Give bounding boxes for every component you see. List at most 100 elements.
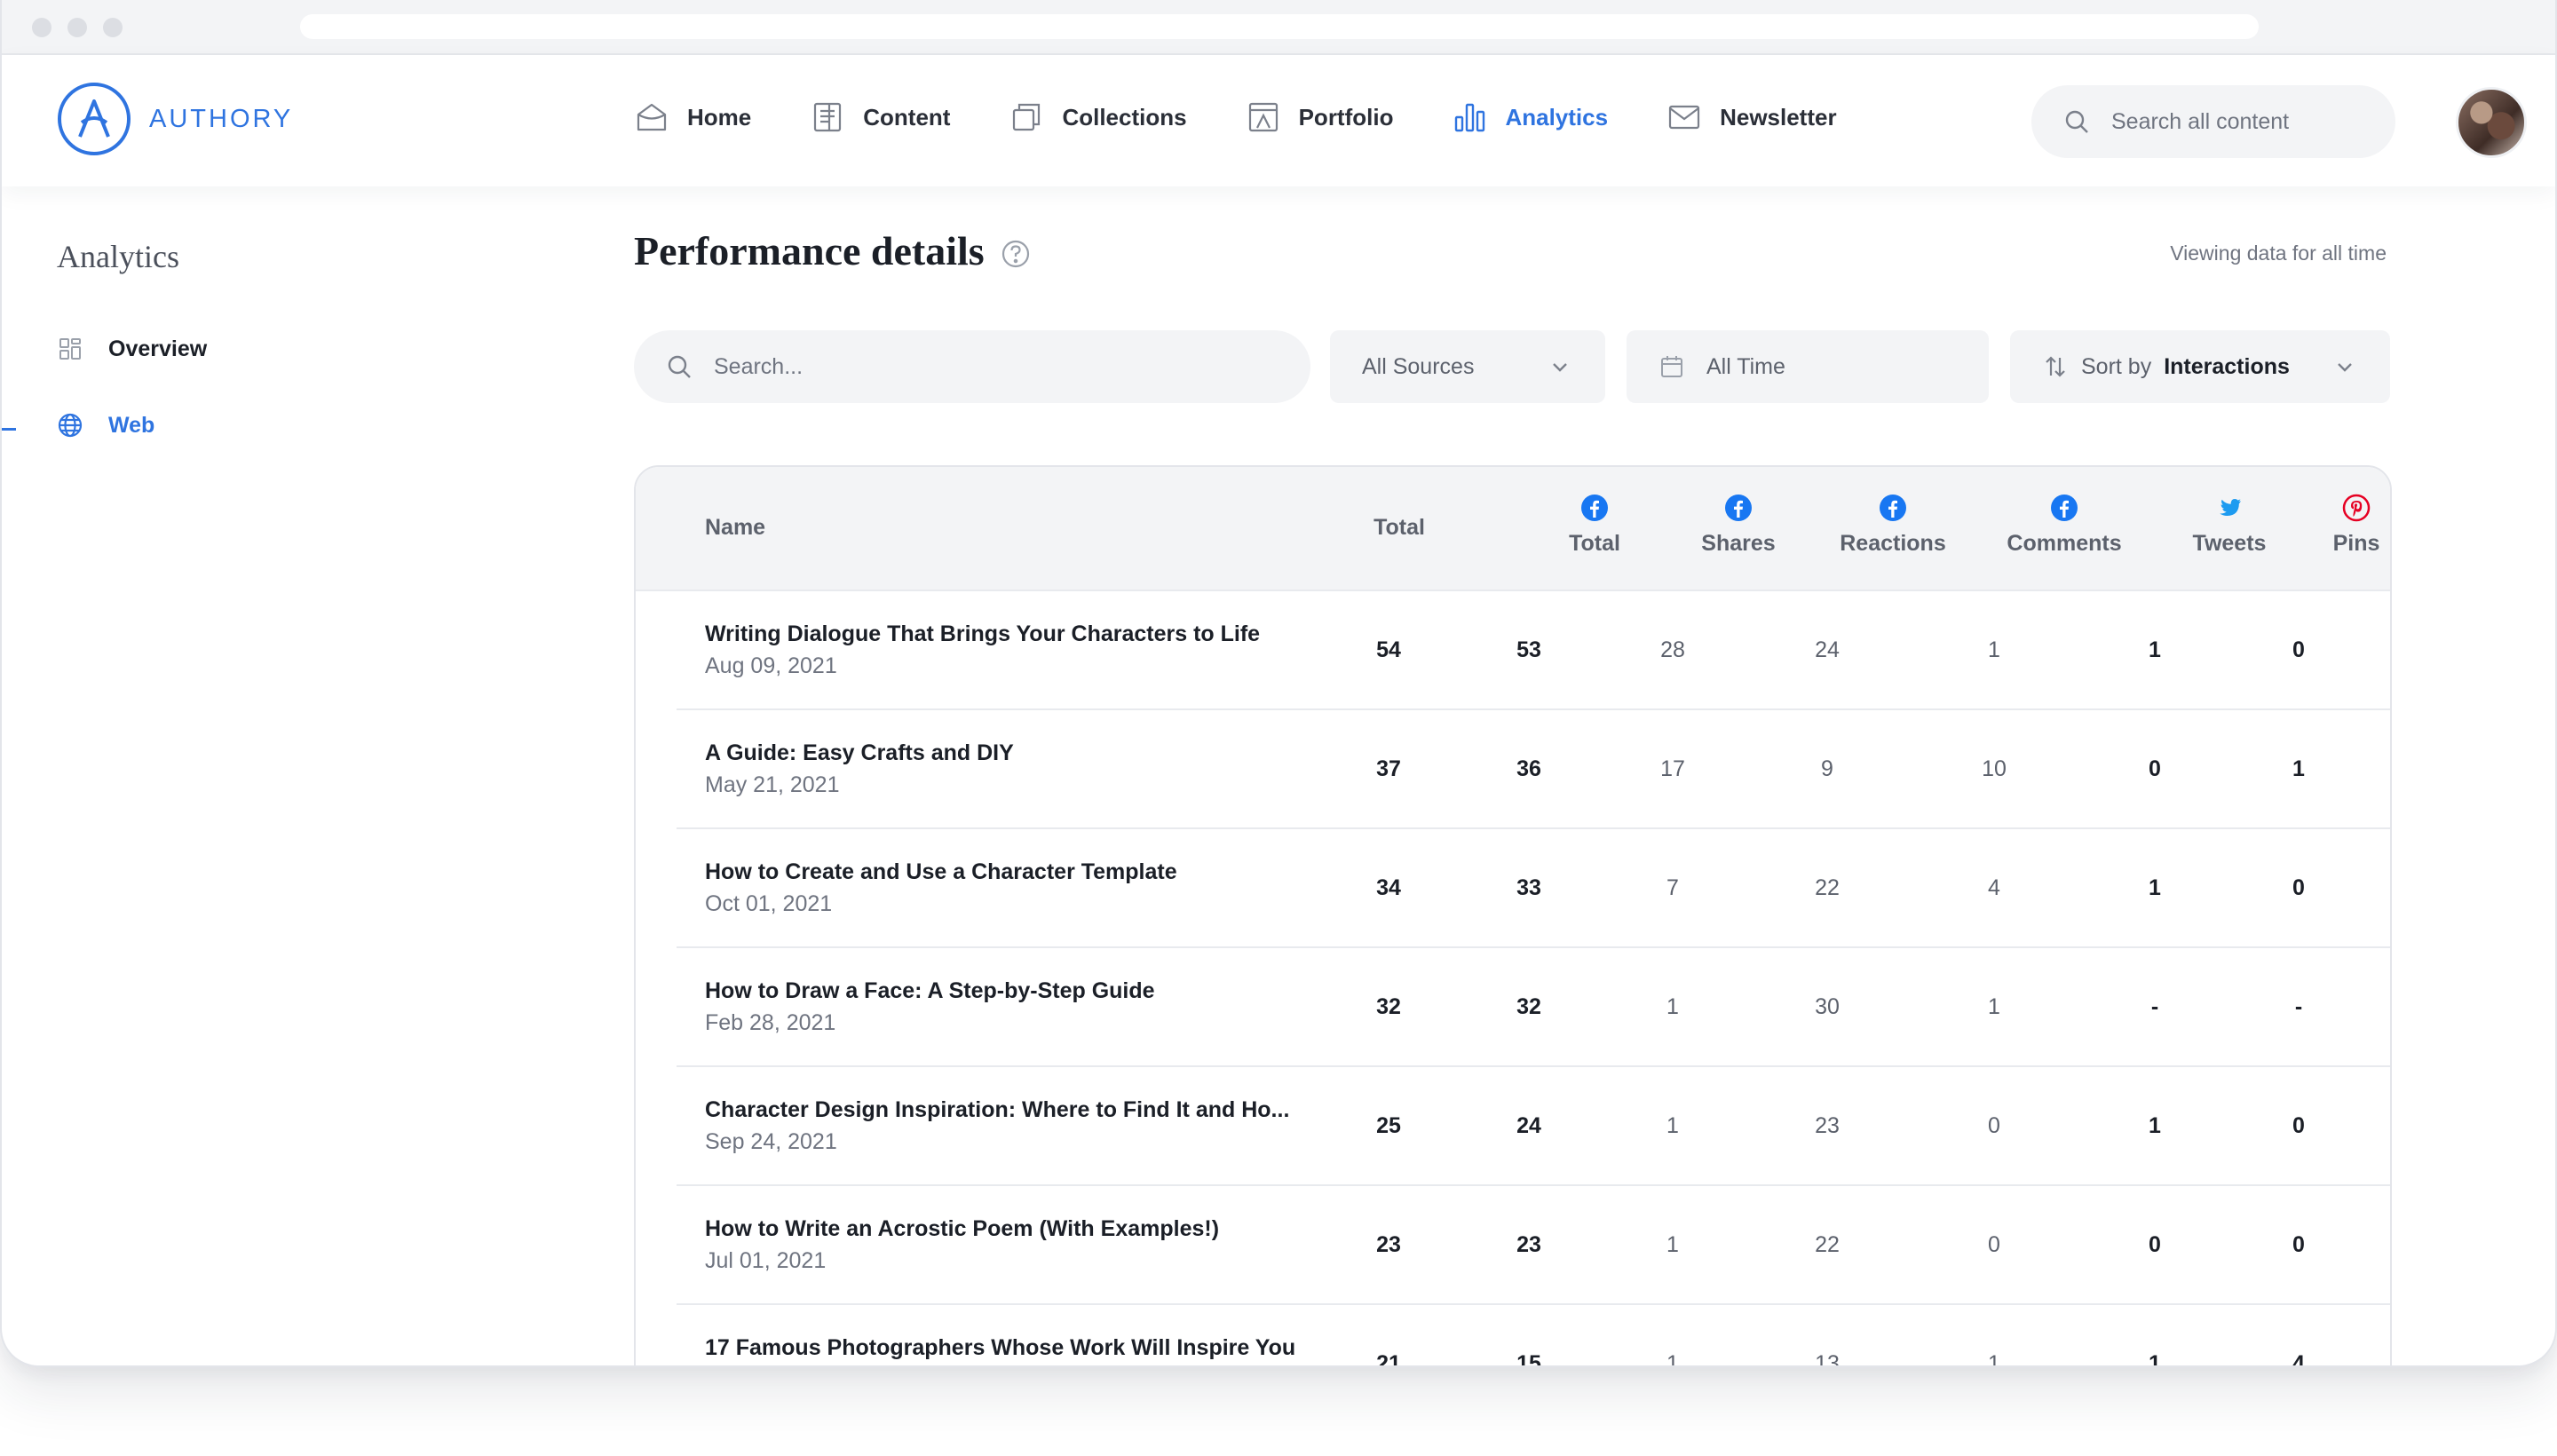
top-navigation: AUTHORY Home Content Collections Portfol…	[2, 55, 2555, 186]
column-header-tweets[interactable]: Tweets	[2176, 494, 2283, 557]
tweets-value: 0	[2149, 1232, 2161, 1257]
sources-dropdown[interactable]: All Sources	[1330, 330, 1605, 403]
facebook-total-value: 32	[1516, 994, 1541, 1019]
nav-item-home[interactable]: Home	[634, 99, 751, 135]
article-title[interactable]: How to Write an Acrostic Poem (With Exam…	[705, 1216, 1219, 1242]
table-row[interactable]: 17 Famous Photographers Whose Work Will …	[677, 1305, 2390, 1367]
comments-value: 0	[1988, 1232, 2000, 1257]
nav-item-analytics[interactable]: Analytics	[1452, 99, 1608, 135]
table-search-input[interactable]	[714, 353, 1247, 380]
analytics-icon	[1455, 103, 1485, 132]
shares-value: 7	[1666, 875, 1679, 900]
article-date: Aug 09, 2021	[705, 653, 837, 678]
article-title[interactable]: Character Design Inspiration: Where to F…	[705, 1097, 1289, 1123]
global-search[interactable]	[2031, 85, 2395, 158]
comments-value: 4	[1988, 875, 2000, 900]
column-header-pins[interactable]: Pins	[2321, 494, 2390, 557]
chevron-down-icon	[1553, 363, 1567, 372]
article-title[interactable]: Writing Dialogue That Brings Your Charac…	[705, 621, 1260, 647]
search-icon	[2065, 110, 2088, 133]
nav-item-newsletter[interactable]: Newsletter	[1666, 99, 1837, 135]
authory-logo[interactable]: AUTHORY	[57, 82, 293, 156]
comments-value: 1	[1988, 1351, 2000, 1367]
nav-label-portfolio: Portfolio	[1298, 103, 1394, 131]
column-header-shares[interactable]: Shares	[1685, 494, 1792, 557]
sort-value: Interactions	[2164, 353, 2290, 379]
facebook-total-value: 23	[1516, 1232, 1541, 1257]
sidebar: Analytics Overview Web	[2, 186, 570, 1365]
search-icon	[668, 355, 691, 378]
article-title[interactable]: A Guide: Easy Crafts and DIY	[705, 740, 1014, 766]
help-icon[interactable]	[1001, 239, 1031, 269]
performance-table: Name Total Total Shares Reactions Commen…	[634, 465, 2392, 1367]
page-title: Performance details	[634, 227, 1031, 274]
twitter-icon	[2220, 499, 2241, 516]
reactions-value: 13	[1815, 1351, 1840, 1367]
tweets-value: 0	[2149, 756, 2161, 781]
nav-label-content: Content	[863, 103, 951, 131]
collections-icon	[1013, 103, 1041, 131]
pins-value: 0	[2292, 1113, 2305, 1138]
total-value: 54	[1376, 637, 1401, 662]
time-range-picker[interactable]: All Time	[1627, 330, 1989, 403]
global-search-input[interactable]	[2111, 108, 2378, 135]
sidebar-label-overview: Overview	[108, 336, 208, 361]
tweets-value: 1	[2149, 875, 2161, 900]
sidebar-item-web[interactable]: Web	[57, 412, 154, 439]
table-row[interactable]: How to Create and Use a Character Templa…	[677, 829, 2390, 948]
total-value: 32	[1376, 994, 1401, 1019]
tweets-value: 1	[2149, 1113, 2161, 1138]
table-row[interactable]: Writing Dialogue That Brings Your Charac…	[677, 591, 2390, 710]
column-header-name[interactable]: Name	[705, 515, 765, 541]
article-title[interactable]: How to Draw a Face: A Step-by-Step Guide	[705, 978, 1155, 1004]
column-header-facebook-total[interactable]: Total	[1541, 494, 1648, 557]
table-row[interactable]: A Guide: Easy Crafts and DIY May 21, 202…	[677, 710, 2390, 829]
nav-label-newsletter: Newsletter	[1720, 103, 1837, 131]
main-nav: Home Content Collections Portfolio Analy…	[634, 99, 1896, 135]
total-value: 37	[1376, 756, 1401, 781]
nav-item-content[interactable]: Content	[810, 99, 950, 135]
shares-value: 1	[1666, 1113, 1679, 1138]
authory-logo-icon	[58, 83, 131, 155]
table-row[interactable]: Character Design Inspiration: Where to F…	[677, 1067, 2390, 1186]
article-title[interactable]: How to Create and Use a Character Templa…	[705, 859, 1177, 885]
column-header-reactions[interactable]: Reactions	[1831, 494, 1955, 557]
facebook-icon	[1725, 495, 1752, 521]
column-label-shares: Shares	[1701, 531, 1776, 556]
column-label-pins: Pins	[2332, 531, 2380, 556]
address-bar[interactable]	[300, 14, 2259, 39]
article-date: Feb 28, 2021	[705, 1010, 836, 1035]
article-date: May 21, 2021	[705, 772, 840, 797]
tweets-value: -	[2150, 994, 2159, 1019]
table-search[interactable]	[634, 330, 1310, 403]
article-title[interactable]: 17 Famous Photographers Whose Work Will …	[705, 1335, 1295, 1361]
sort-dropdown[interactable]: Sort by Interactions	[2010, 330, 2390, 403]
viewing-period-note: Viewing data for all time	[2170, 241, 2387, 265]
nav-item-portfolio[interactable]: Portfolio	[1246, 99, 1394, 135]
facebook-icon	[1880, 495, 1906, 521]
column-header-comments[interactable]: Comments	[1998, 494, 2131, 557]
facebook-total-value: 24	[1516, 1113, 1541, 1138]
user-avatar[interactable]	[2456, 87, 2527, 158]
pinterest-icon	[2342, 494, 2371, 522]
sidebar-label-web: Web	[108, 412, 155, 438]
close-window-dot[interactable]	[32, 18, 51, 37]
facebook-total-value: 36	[1516, 756, 1541, 781]
table-row[interactable]: How to Draw a Face: A Step-by-Step Guide…	[677, 948, 2390, 1067]
column-label-tweets: Tweets	[2192, 531, 2267, 556]
table-header: Name Total Total Shares Reactions Commen…	[636, 467, 2390, 591]
reactions-value: 24	[1815, 637, 1840, 662]
home-icon	[637, 103, 667, 131]
nav-item-collections[interactable]: Collections	[1009, 99, 1187, 135]
shares-value: 28	[1660, 637, 1685, 662]
minimize-window-dot[interactable]	[67, 18, 87, 37]
sidebar-item-overview[interactable]: Overview	[57, 336, 207, 362]
shares-value: 1	[1666, 1351, 1679, 1367]
facebook-icon	[1581, 495, 1608, 521]
table-row[interactable]: How to Write an Acrostic Poem (With Exam…	[677, 1186, 2390, 1305]
column-header-total[interactable]: Total	[1355, 515, 1444, 541]
article-date: Jul 01, 2021	[705, 1248, 827, 1273]
maximize-window-dot[interactable]	[103, 18, 123, 37]
reactions-value: 22	[1815, 875, 1840, 900]
article-date: Oct 01, 2021	[705, 891, 833, 916]
